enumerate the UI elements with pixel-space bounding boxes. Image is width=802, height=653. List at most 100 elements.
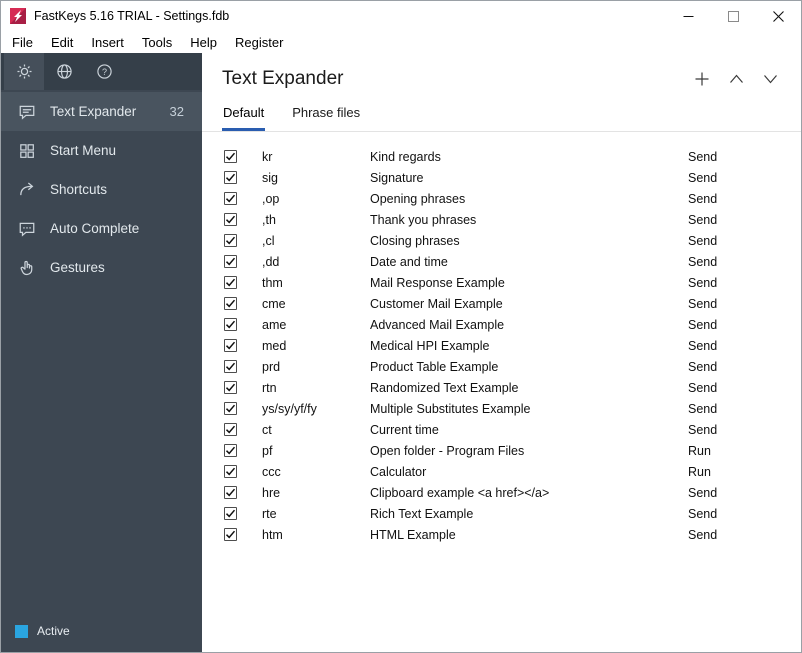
active-status-toggle[interactable]: Active bbox=[1, 610, 202, 652]
abbreviation-cell: ,th bbox=[262, 212, 276, 227]
menu-tools[interactable]: Tools bbox=[133, 33, 181, 52]
action-cell: Send bbox=[688, 254, 718, 269]
row-checkbox[interactable] bbox=[224, 381, 237, 394]
menu-help[interactable]: Help bbox=[181, 33, 226, 52]
action-cell: Run bbox=[688, 443, 711, 458]
row-checkbox[interactable] bbox=[224, 276, 237, 289]
help-icon: ? bbox=[96, 64, 112, 79]
abbreviation-cell: pf bbox=[262, 443, 273, 458]
auto-complete-icon bbox=[18, 220, 36, 238]
chevron-down-icon bbox=[763, 75, 777, 84]
row-checkbox[interactable] bbox=[224, 255, 237, 268]
sidebar-item-gestures[interactable]: Gestures bbox=[1, 248, 202, 287]
row-checkbox[interactable] bbox=[224, 528, 237, 541]
minimize-button[interactable] bbox=[666, 1, 711, 31]
action-cell: Send bbox=[688, 296, 718, 311]
row-checkbox[interactable] bbox=[224, 465, 237, 478]
table-row[interactable]: pf Open folder - Program Files Run bbox=[202, 440, 801, 461]
close-button[interactable] bbox=[756, 1, 801, 31]
table-row[interactable]: ccc Calculator Run bbox=[202, 461, 801, 482]
table-row[interactable]: med Medical HPI Example Send bbox=[202, 335, 801, 356]
table-row[interactable]: ys/sy/yf/fy Multiple Substitutes Example… bbox=[202, 398, 801, 419]
language-tab[interactable] bbox=[44, 53, 84, 90]
window-controls bbox=[666, 1, 801, 31]
action-cell: Send bbox=[688, 506, 718, 521]
table-row[interactable]: thm Mail Response Example Send bbox=[202, 272, 801, 293]
table-row[interactable]: ,th Thank you phrases Send bbox=[202, 209, 801, 230]
row-checkbox[interactable] bbox=[224, 192, 237, 205]
action-cell: Send bbox=[688, 317, 718, 332]
sidebar: ? Text Expander 32 Start Menu Shortcuts … bbox=[1, 53, 202, 652]
move-up-button[interactable] bbox=[725, 68, 747, 90]
table-row[interactable]: kr Kind regards Send bbox=[202, 146, 801, 167]
description-cell: Product Table Example bbox=[370, 359, 499, 374]
action-cell: Send bbox=[688, 149, 718, 164]
menu-edit[interactable]: Edit bbox=[42, 33, 82, 52]
row-checkbox[interactable] bbox=[224, 150, 237, 163]
row-checkbox[interactable] bbox=[224, 213, 237, 226]
table-row[interactable]: sig Signature Send bbox=[202, 167, 801, 188]
description-cell: Signature bbox=[370, 170, 424, 185]
menu-file[interactable]: File bbox=[3, 33, 42, 52]
table-row[interactable]: ct Current time Send bbox=[202, 419, 801, 440]
table-row[interactable]: rtn Randomized Text Example Send bbox=[202, 377, 801, 398]
table-row[interactable]: rte Rich Text Example Send bbox=[202, 503, 801, 524]
description-cell: Thank you phrases bbox=[370, 212, 477, 227]
tab-phrase-files[interactable]: Phrase files bbox=[291, 101, 361, 131]
table-row[interactable]: cme Customer Mail Example Send bbox=[202, 293, 801, 314]
sidebar-item-label: Gestures bbox=[50, 260, 105, 275]
text-expander-count-badge: 32 bbox=[169, 104, 184, 119]
tab-default[interactable]: Default bbox=[222, 101, 266, 131]
sidebar-item-shortcuts[interactable]: Shortcuts bbox=[1, 170, 202, 209]
description-cell: Kind regards bbox=[370, 149, 441, 164]
row-checkbox[interactable] bbox=[224, 234, 237, 247]
table-row[interactable]: ,cl Closing phrases Send bbox=[202, 230, 801, 251]
gear-icon bbox=[16, 64, 32, 79]
help-tab[interactable]: ? bbox=[84, 53, 124, 90]
settings-tab[interactable] bbox=[4, 53, 44, 90]
abbreviation-cell: prd bbox=[262, 359, 281, 374]
description-cell: Rich Text Example bbox=[370, 506, 474, 521]
abbreviation-cell: cme bbox=[262, 296, 286, 311]
action-cell: Run bbox=[688, 464, 711, 479]
table-row[interactable]: prd Product Table Example Send bbox=[202, 356, 801, 377]
row-checkbox[interactable] bbox=[224, 402, 237, 415]
table-row[interactable]: hre Clipboard example <a href></a> Send bbox=[202, 482, 801, 503]
table-row[interactable]: htm HTML Example Send bbox=[202, 524, 801, 545]
row-checkbox[interactable] bbox=[224, 507, 237, 520]
row-checkbox[interactable] bbox=[224, 423, 237, 436]
sidebar-item-label: Start Menu bbox=[50, 143, 117, 158]
chevron-up-icon bbox=[729, 74, 743, 83]
add-phrase-button[interactable] bbox=[691, 68, 713, 90]
row-checkbox[interactable] bbox=[224, 444, 237, 457]
description-cell: Mail Response Example bbox=[370, 275, 505, 290]
row-checkbox[interactable] bbox=[224, 318, 237, 331]
app-window: FastKeys 5.16 TRIAL - Settings.fdb File … bbox=[0, 0, 802, 653]
sidebar-item-start-menu[interactable]: Start Menu bbox=[1, 131, 202, 170]
sidebar-item-text-expander[interactable]: Text Expander 32 bbox=[1, 92, 202, 131]
row-checkbox[interactable] bbox=[224, 486, 237, 499]
table-row[interactable]: ,dd Date and time Send bbox=[202, 251, 801, 272]
content-header: Text Expander bbox=[202, 53, 801, 90]
row-checkbox[interactable] bbox=[224, 171, 237, 184]
description-cell: Clipboard example <a href></a> bbox=[370, 485, 550, 500]
move-down-button[interactable] bbox=[759, 68, 781, 90]
start-menu-icon bbox=[18, 142, 36, 160]
abbreviation-cell: sig bbox=[262, 170, 278, 185]
sidebar-item-auto-complete[interactable]: Auto Complete bbox=[1, 209, 202, 248]
table-row[interactable]: ame Advanced Mail Example Send bbox=[202, 314, 801, 335]
active-status-label: Active bbox=[37, 624, 70, 638]
sidebar-item-label: Shortcuts bbox=[50, 182, 108, 197]
menu-register[interactable]: Register bbox=[226, 33, 292, 52]
plus-icon bbox=[695, 72, 709, 86]
abbreviation-cell: ys/sy/yf/fy bbox=[262, 401, 317, 416]
abbreviation-cell: rte bbox=[262, 506, 277, 521]
row-checkbox[interactable] bbox=[224, 339, 237, 352]
sidebar-item-label: Text Expander bbox=[50, 104, 137, 119]
row-checkbox[interactable] bbox=[224, 360, 237, 373]
action-cell: Send bbox=[688, 380, 718, 395]
maximize-button[interactable] bbox=[711, 1, 756, 31]
row-checkbox[interactable] bbox=[224, 297, 237, 310]
table-row[interactable]: ,op Opening phrases Send bbox=[202, 188, 801, 209]
menu-insert[interactable]: Insert bbox=[82, 33, 133, 52]
